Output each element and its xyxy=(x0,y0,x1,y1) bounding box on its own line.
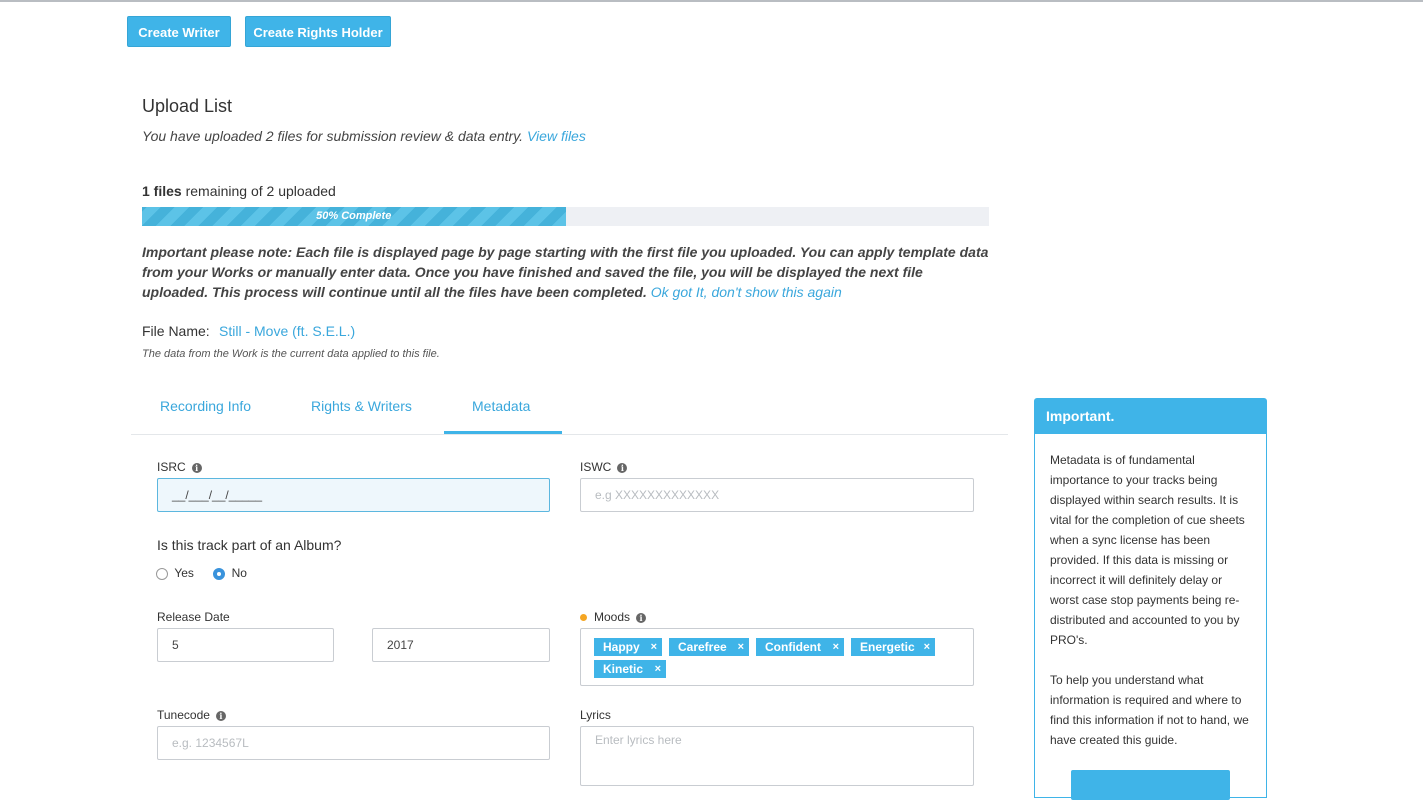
important-note: Important please note: Each file is disp… xyxy=(142,242,992,302)
iswc-input[interactable]: e.g XXXXXXXXXXXXX xyxy=(580,478,974,512)
info-icon[interactable]: i xyxy=(617,462,628,473)
album-no-label[interactable]: No xyxy=(232,566,247,580)
album-radio-group: Yes No xyxy=(156,566,247,580)
info-icon[interactable]: i xyxy=(191,462,202,473)
mood-tag: Kinetic × xyxy=(594,660,666,678)
upload-progress-bar: 50% Complete xyxy=(142,207,989,226)
remaining-count: 1 files xyxy=(142,183,182,199)
info-icon[interactable]: i xyxy=(215,710,226,721)
remove-tag-icon[interactable]: × xyxy=(655,660,661,678)
moods-label: Moods i xyxy=(580,610,647,624)
isrc-input[interactable]: __/___/__/_____ xyxy=(157,478,550,512)
remove-tag-icon[interactable]: × xyxy=(738,638,744,656)
active-tab-indicator xyxy=(444,431,562,434)
remaining-text: remaining of 2 uploaded xyxy=(181,183,336,199)
iswc-placeholder: e.g XXXXXXXXXXXXX xyxy=(595,488,720,502)
album-yes-label[interactable]: Yes xyxy=(174,566,194,580)
lyrics-textarea[interactable]: Enter lyrics here xyxy=(580,726,974,786)
remove-tag-icon[interactable]: × xyxy=(833,638,839,656)
upload-subtitle: You have uploaded 2 files for submission… xyxy=(142,128,586,144)
tunecode-placeholder: e.g. 1234567L xyxy=(172,736,249,750)
tab-recording-info[interactable]: Recording Info xyxy=(160,398,251,414)
required-dot-icon xyxy=(580,614,587,622)
tab-rights-writers[interactable]: Rights & Writers xyxy=(311,398,412,414)
iswc-label-text: ISWC xyxy=(580,460,612,474)
important-note-text: Important please note: Each file is disp… xyxy=(142,244,989,300)
tabs-divider xyxy=(131,434,1008,435)
release-year-input[interactable]: 2017 xyxy=(372,628,550,662)
file-name-label: File Name: xyxy=(142,323,210,339)
guide-button[interactable] xyxy=(1071,770,1230,800)
moods-label-text: Moods xyxy=(594,610,631,624)
iswc-label: ISWC i xyxy=(580,460,628,474)
mood-tag-label: Happy xyxy=(603,640,640,654)
remove-tag-icon[interactable]: × xyxy=(651,638,657,656)
isrc-label: ISRC i xyxy=(157,460,202,474)
files-remaining: 1 files remaining of 2 uploaded xyxy=(142,183,336,199)
tunecode-label: Tunecode i xyxy=(157,708,226,722)
create-writer-button[interactable]: Create Writer xyxy=(127,16,231,47)
tab-metadata[interactable]: Metadata xyxy=(472,398,530,414)
mood-tag-label: Energetic xyxy=(860,640,915,654)
upload-list-title: Upload List xyxy=(142,96,233,116)
important-panel-body: Metadata is of fundamental importance to… xyxy=(1035,434,1266,750)
mood-tag-label: Carefree xyxy=(678,640,727,654)
tunecode-label-text: Tunecode xyxy=(157,708,210,722)
isrc-label-text: ISRC xyxy=(157,460,186,474)
important-panel: Important. Metadata is of fundamental im… xyxy=(1034,398,1267,800)
important-panel-title: Important. xyxy=(1035,399,1266,434)
remove-tag-icon[interactable]: × xyxy=(924,638,930,656)
mood-tag: Confident × xyxy=(756,638,844,656)
mood-tag: Energetic × xyxy=(851,638,935,656)
mood-tag: Happy × xyxy=(594,638,662,656)
mood-tag-label: Kinetic xyxy=(603,662,644,676)
album-no-radio[interactable] xyxy=(213,567,226,580)
important-panel-para-1: Metadata is of fundamental importance to… xyxy=(1050,453,1245,647)
file-data-note: The data from the Work is the current da… xyxy=(142,348,440,360)
mood-tag: Carefree × xyxy=(669,638,749,656)
release-month-input[interactable]: 5 xyxy=(157,628,334,662)
mood-tag-label: Confident xyxy=(765,640,821,654)
lyrics-label: Lyrics xyxy=(580,708,611,722)
lyrics-placeholder: Enter lyrics here xyxy=(595,733,682,747)
important-panel-para-2: To help you understand what information … xyxy=(1050,673,1249,747)
top-divider xyxy=(0,0,1423,2)
dismiss-note-link[interactable]: Ok got It, don't show this again xyxy=(651,284,842,300)
progress-fill: 50% Complete xyxy=(142,207,566,226)
info-icon[interactable]: i xyxy=(636,612,647,623)
upload-subtitle-text: You have uploaded 2 files for submission… xyxy=(142,128,524,144)
moods-input[interactable]: Happy × Carefree × Confident × Energetic × K… xyxy=(580,628,974,686)
view-files-link[interactable]: View files xyxy=(527,128,586,144)
release-date-label: Release Date xyxy=(157,610,230,624)
album-yes-radio[interactable] xyxy=(156,567,168,580)
create-rights-holder-button[interactable]: Create Rights Holder xyxy=(245,16,391,47)
album-question: Is this track part of an Album? xyxy=(157,537,342,553)
file-name-link[interactable]: Still - Move (ft. S.E.L.) xyxy=(219,323,355,339)
tunecode-input[interactable]: e.g. 1234567L xyxy=(157,726,550,760)
